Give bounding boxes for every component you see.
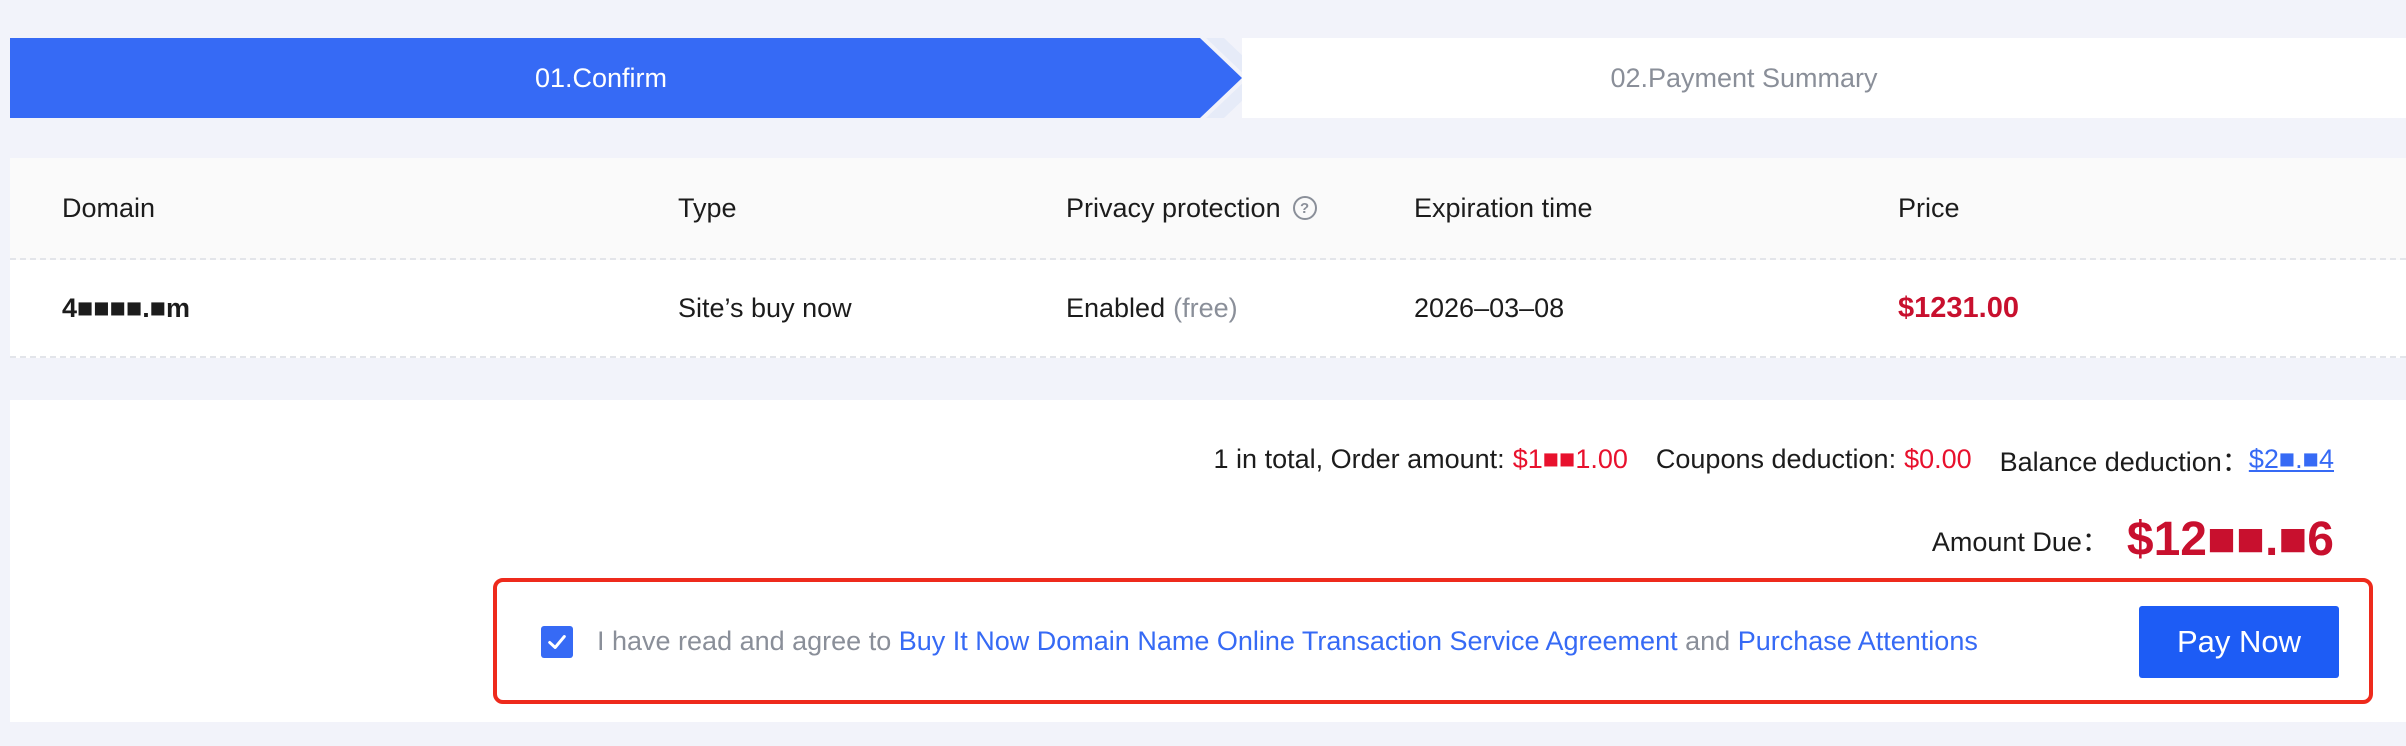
header-privacy-label: Privacy protection bbox=[1066, 192, 1281, 223]
checkmark-icon bbox=[548, 635, 566, 649]
agreement-text: I have read and agree to Buy It Now Doma… bbox=[597, 582, 1978, 700]
agreement-joiner: and bbox=[1685, 625, 1731, 656]
total-count-label: 1 in total, Order amount: bbox=[1213, 444, 1505, 474]
coupons-label: Coupons deduction: bbox=[1655, 444, 1897, 474]
checkout-steps: 01.Confirm 02.Payment Summary bbox=[10, 38, 2406, 118]
expiration-value: 2026–03–08 bbox=[1414, 292, 1565, 323]
step-confirm-label: 01.Confirm bbox=[534, 62, 668, 93]
balance-label: Balance deduction： bbox=[1999, 447, 2249, 477]
step-payment-summary: 02.Payment Summary bbox=[1242, 38, 2406, 118]
privacy-note: (free) bbox=[1173, 292, 1238, 323]
agree-checkbox[interactable] bbox=[541, 626, 573, 658]
header-privacy: Privacy protection ? bbox=[1066, 158, 1317, 258]
coupons-amount: $0.00 bbox=[1904, 444, 1972, 474]
domain-value: 4■■■■.■m bbox=[62, 292, 191, 323]
order-amount: $1■■1.00 bbox=[1512, 444, 1628, 474]
amount-due: Amount Due： $12■■.■6 bbox=[1932, 512, 2334, 567]
amount-due-value: $12■■.■6 bbox=[2126, 513, 2334, 566]
purchase-attentions-link[interactable]: Purchase Attentions bbox=[1738, 626, 1978, 657]
step-payment-summary-label: 02.Payment Summary bbox=[1610, 62, 1878, 93]
agreement-box: I have read and agree to Buy It Now Doma… bbox=[493, 578, 2373, 704]
balance-amount-link[interactable]: $2■.■4 bbox=[2249, 444, 2334, 475]
service-agreement-link[interactable]: Buy It Now Domain Name Online Transactio… bbox=[899, 626, 1678, 657]
question-circle-icon[interactable]: ? bbox=[1292, 196, 1317, 220]
header-type: Type bbox=[678, 192, 737, 223]
pay-now-button[interactable]: Pay Now bbox=[2139, 606, 2339, 678]
table-row: 4■■■■.■m Site’s buy now Enabled (free) 2… bbox=[10, 260, 2406, 358]
privacy-value: Enabled (free) bbox=[1066, 260, 1238, 356]
privacy-status: Enabled bbox=[1066, 292, 1166, 323]
order-summary: 1 in total, Order amount: $1■■1.00 Coupo… bbox=[10, 400, 2406, 722]
header-domain: Domain bbox=[62, 192, 156, 223]
table-header: Domain Type Privacy protection ? Expirat… bbox=[10, 158, 2406, 260]
price-value: $1231.00 bbox=[1898, 291, 2019, 324]
header-expiration: Expiration time bbox=[1414, 192, 1593, 223]
header-price: Price bbox=[1898, 192, 1960, 223]
step-confirm: 01.Confirm bbox=[10, 38, 1242, 118]
amount-due-label: Amount Due： bbox=[1931, 527, 2109, 557]
order-table: Domain Type Privacy protection ? Expirat… bbox=[10, 158, 2406, 358]
type-value: Site’s buy now bbox=[678, 292, 852, 323]
agreement-prefix: I have read and agree to bbox=[597, 625, 892, 656]
totals-line: 1 in total, Order amount: $1■■1.00 Coupo… bbox=[1214, 440, 2334, 479]
